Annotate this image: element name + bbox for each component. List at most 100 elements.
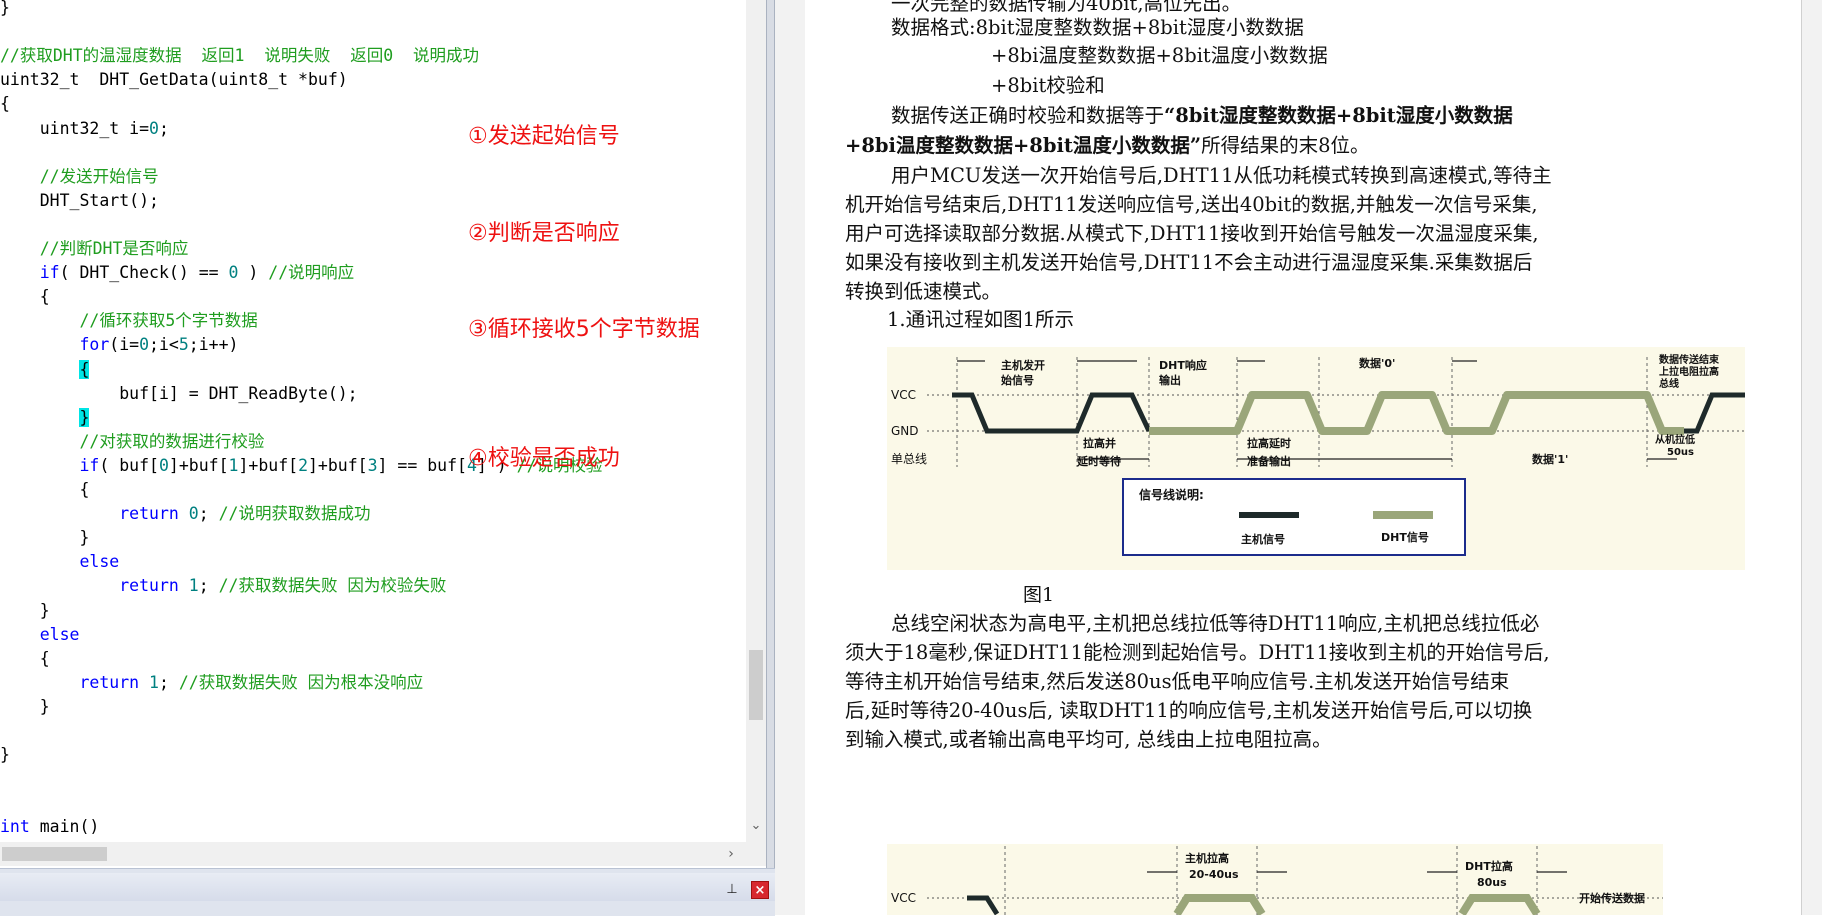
host-signal-line <box>952 392 1152 434</box>
doc-line-7: 用户MCU发送一次开始信号后,DHT11从低功耗模式转换到高速模式,等待主 <box>891 164 1552 187</box>
code-line[interactable]: { <box>0 358 90 382</box>
doc-line-11: 转换到低速模式。 <box>845 280 1002 303</box>
code-token: return <box>119 576 179 596</box>
doc-line-12: 1.通讯过程如图1所示 <box>887 308 1075 331</box>
close-icon[interactable]: × <box>751 881 769 899</box>
code-line[interactable]: return 1; //获取数据失败 因为根本没响应 <box>0 671 423 695</box>
code-token: ]+buf[ <box>308 455 368 475</box>
code-token: 1 <box>228 455 239 475</box>
vertical-scroll-thumb[interactable] <box>749 650 763 720</box>
doc-line-8: 机开始信号结束后,DHT11发送响应信号,送出40bit的数据,并触发一次信号采… <box>845 193 1538 216</box>
fig1-slave-2: 50us <box>1667 447 1694 458</box>
code-token: (i= <box>109 335 140 355</box>
fig1-legend-dht: DHT信号 <box>1381 530 1429 544</box>
code-line[interactable]: { <box>0 478 89 502</box>
fig1-end-1: 数据传送结束 <box>1659 353 1720 366</box>
doc-line-17: 到输入模式,或者输出高电平均可, 总线由上拉电阻拉高。 <box>845 728 1332 751</box>
doc-line-2: 数据格式:8bit湿度整数数据+8bit湿度小数数据 <box>891 16 1304 39</box>
code-token: uint32_t DHT_GetData(uint8_t *buf) <box>0 70 348 90</box>
code-line[interactable]: buf[i] = DHT_ReadByte(); <box>0 382 358 406</box>
code-token: ; <box>158 672 179 692</box>
code-line[interactable]: //循环获取5个字节数据 <box>0 309 258 333</box>
annotation-loop-receive: ③循环接收5个字节数据 <box>468 317 700 342</box>
code-line[interactable]: int main() <box>0 815 99 839</box>
code-line[interactable]: uint32_t i=0; <box>0 117 169 141</box>
code-line[interactable]: uint32_t DHT_GetData(uint8_t *buf) <box>0 68 348 92</box>
code-line[interactable]: else <box>0 623 80 647</box>
horizontal-scroll-thumb[interactable] <box>2 847 107 861</box>
code-line[interactable]: if( DHT_Check() == 0 ) //说明响应 <box>0 261 354 285</box>
code-token: //循环获取5个字节数据 <box>0 311 258 331</box>
code-line[interactable]: DHT_Start(); <box>0 189 159 213</box>
code-token: } <box>0 745 10 765</box>
fig1-legend-title: 信号线说明: <box>1139 487 1204 502</box>
code-line[interactable]: //对获取的数据进行校验 <box>0 430 264 454</box>
code-area[interactable]: } //获取DHT的温湿度数据 返回1 说明失败 返回0 说明成功 uint32_t… <box>0 0 746 842</box>
code-token: ]+buf[ <box>168 455 229 475</box>
code-line[interactable]: //判断DHT是否响应 <box>0 237 189 261</box>
code-line[interactable]: } <box>0 599 50 623</box>
chevron-down-icon[interactable]: ⌄ <box>750 818 762 834</box>
doc-line-6: +8bi温度整数数据+8bit温度小数数据”所得结果的末8位。 <box>845 132 1370 160</box>
code-line[interactable]: else <box>0 550 119 574</box>
code-line[interactable]: { <box>0 647 50 671</box>
splitter[interactable] <box>766 0 775 868</box>
code-token: { <box>0 480 90 499</box>
code-line[interactable]: } <box>0 526 89 550</box>
fig1-host-start-1: 主机发开 <box>1001 358 1045 372</box>
code-token: { <box>0 94 10 114</box>
doc-bold-fragment-2: +8bi温度整数数据+8bit温度小数数据” <box>845 134 1202 157</box>
horizontal-scrollbar[interactable]: › <box>0 842 746 866</box>
fig1-pull-2: 延时等待 <box>1076 454 1121 468</box>
doc-line-6-suffix: 所得结果的末8位。 <box>1201 134 1370 157</box>
code-line[interactable]: return 0; //说明获取数据成功 <box>0 502 370 526</box>
code-editor[interactable]: } //获取DHT的温湿度数据 返回1 说明失败 返回0 说明成功 uint32_t… <box>0 0 775 915</box>
pin-icon[interactable]: ⊥ <box>724 882 740 898</box>
code-token: 0 <box>139 335 150 355</box>
fig1-data0: 数据'0' <box>1359 356 1395 370</box>
fig1-slave-1: 从机拉低 <box>1655 433 1695 446</box>
code-line[interactable]: for(i=0;i<5;i++) <box>0 333 238 357</box>
code-line[interactable]: } <box>0 0 10 20</box>
fig2-start-tx: 开始传送数据 <box>1579 891 1645 905</box>
chevron-right-icon[interactable]: › <box>722 845 740 863</box>
code-line[interactable]: return 1; //获取数据失败 因为校验失败 <box>0 574 446 598</box>
document-viewer[interactable]: 一次完整的数据传输为40bit,高位先出。 数据格式:8bit湿度整数数据+8b… <box>775 0 1822 915</box>
code-line[interactable]: } <box>0 743 10 767</box>
fig1-delay-2: 准备输出 <box>1247 454 1291 468</box>
fig1-pull-1: 拉高并 <box>1083 436 1116 450</box>
figure-2-timing-diagram: VCC 主机拉高 20-40us DHT拉高 80us 开始传送数据 <box>887 844 1663 915</box>
figure-1-timing-diagram: VCC GND 单总线 主机发开 始信号 DHT响应 输出 数据'0' 数据传送… <box>887 347 1745 570</box>
code-token: 0 <box>228 263 239 283</box>
code-token: } <box>0 528 90 548</box>
code-token: buf[i] = DHT_ReadByte(); <box>0 383 358 403</box>
code-token: 0 <box>149 118 159 138</box>
code-line[interactable]: //发送开始信号 <box>0 165 159 189</box>
vertical-scrollbar[interactable]: ⌄ <box>746 0 766 842</box>
doc-line-13: 总线空闲状态为高电平,主机把总线拉低等待DHT11响应,主机把总线拉低必 <box>891 612 1540 635</box>
code-token: ) <box>238 263 269 283</box>
doc-line-10: 如果没有接收到主机发送开始信号,DHT11不会主动进行温湿度采集.采集数据后 <box>845 251 1533 274</box>
code-token: } <box>79 407 90 427</box>
fig1-end-3: 总线 <box>1659 377 1679 390</box>
code-token: ]+buf[ <box>238 455 299 475</box>
code-line[interactable]: { <box>0 285 50 309</box>
code-token: if <box>39 263 60 283</box>
code-token: ;i< <box>149 335 179 355</box>
dht-signal-line <box>1149 391 1684 435</box>
code-token: //获取数据失败 因为校验失败 <box>218 576 447 596</box>
code-token: 3 <box>367 455 378 475</box>
annotation-verify-checksum: ④校验是否成功 <box>468 446 620 471</box>
code-token: ( buf[ <box>99 455 159 475</box>
code-token: } <box>0 600 50 620</box>
code-line[interactable]: { <box>0 92 10 116</box>
fig1-legend-host: 主机信号 <box>1241 532 1285 546</box>
code-line[interactable]: } <box>0 406 90 430</box>
code-line[interactable]: //获取DHT的温湿度数据 返回1 说明失败 返回0 说明成功 <box>0 44 479 68</box>
doc-line-9: 用户可选择读取部分数据.从模式下,DHT11接收到开始信号触发一次温湿度采集, <box>845 222 1539 245</box>
code-line[interactable]: } <box>0 695 50 719</box>
code-token: return <box>119 504 179 524</box>
